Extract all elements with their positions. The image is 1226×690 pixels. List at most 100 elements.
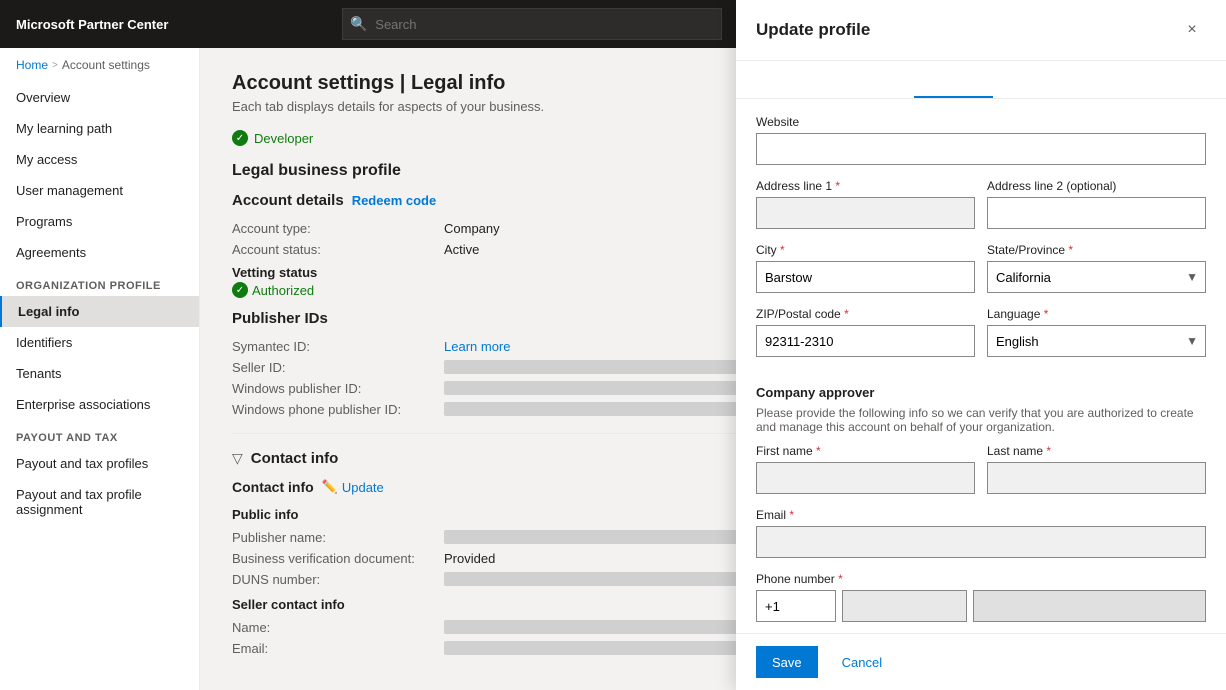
app-logo: Microsoft Partner Center [16, 17, 168, 32]
last-name-required: * [1046, 444, 1051, 458]
sidebar-item-legal-info[interactable]: Legal info [0, 296, 199, 327]
sidebar-item-overview[interactable]: Overview [0, 82, 199, 113]
breadcrumb-current: Account settings [62, 58, 150, 72]
address-row: Address line 1 * Address line 2 (optiona… [756, 179, 1206, 243]
state-field-group: State/Province * California ▼ [987, 243, 1206, 293]
first-name-input[interactable] [756, 462, 975, 494]
sidebar-item-payout-profiles[interactable]: Payout and tax profiles [0, 448, 199, 479]
cancel-button[interactable]: Cancel [826, 646, 898, 678]
last-name-label: Last name * [987, 444, 1206, 458]
state-label: State/Province * [987, 243, 1206, 257]
sidebar-item-learning-path[interactable]: My learning path [0, 113, 199, 144]
sidebar-item-payout-assignment[interactable]: Payout and tax profile assignment [0, 479, 199, 525]
panel-footer: Save Cancel [736, 633, 1226, 690]
address2-input[interactable] [987, 197, 1206, 229]
check-circle-icon: ✓ [232, 130, 248, 146]
breadcrumb-separator: > [52, 60, 58, 71]
zip-language-row: ZIP/Postal code * Language * English ▼ [756, 307, 1206, 371]
sidebar-item-tenants[interactable]: Tenants [0, 358, 199, 389]
search-input[interactable] [342, 8, 722, 40]
redeem-code-link[interactable]: Redeem code [352, 193, 437, 208]
city-required: * [780, 243, 785, 257]
org-profile-section-label: Organization profile [0, 268, 199, 296]
phone-area-input[interactable] [842, 590, 967, 622]
website-field-group: Website [756, 115, 1206, 165]
publisher-name-label: Publisher name: [232, 530, 432, 545]
account-type-label: Account type: [232, 221, 432, 236]
chevron-down-icon[interactable]: ▽ [232, 450, 243, 467]
address1-input[interactable] [756, 197, 975, 229]
panel-tab-3[interactable] [914, 61, 993, 98]
zip-required: * [844, 307, 849, 321]
address1-required: * [835, 179, 840, 193]
zip-input[interactable] [756, 325, 975, 357]
email-field-group: Email * [756, 508, 1206, 558]
email-input[interactable] [756, 526, 1206, 558]
sidebar-item-label: Legal info [18, 304, 79, 319]
search-icon: 🔍 [350, 16, 367, 33]
state-select-wrap: California ▼ [987, 261, 1206, 293]
pencil-icon: ✏️ [322, 479, 338, 495]
phone-field-group: Phone number * [756, 572, 1206, 622]
state-required: * [1068, 243, 1073, 257]
phone-required: * [838, 572, 843, 586]
save-button[interactable]: Save [756, 646, 818, 678]
city-input[interactable] [756, 261, 975, 293]
update-link[interactable]: ✏️ Update [322, 479, 384, 495]
learn-more-link[interactable]: Learn more [444, 339, 510, 354]
last-name-input[interactable] [987, 462, 1206, 494]
account-status-label: Account status: [232, 242, 432, 257]
sidebar-item-label: My learning path [16, 121, 112, 136]
sidebar-item-programs[interactable]: Programs [0, 206, 199, 237]
email-required: * [789, 508, 794, 522]
search-bar: 🔍 [342, 8, 722, 40]
authorized-check-icon: ✓ [232, 282, 248, 298]
name-label: Name: [232, 620, 432, 635]
zip-label: ZIP/Postal code * [756, 307, 975, 321]
email-label: Email: [232, 641, 432, 656]
address1-label: Address line 1 * [756, 179, 975, 193]
breadcrumb: Home > Account settings [0, 48, 199, 82]
city-field-group: City * [756, 243, 975, 293]
close-button[interactable]: × [1178, 16, 1206, 44]
first-name-label: First name * [756, 444, 975, 458]
sidebar-item-my-access[interactable]: My access [0, 144, 199, 175]
developer-badge-label: Developer [254, 131, 313, 146]
language-field-group: Language * English ▼ [987, 307, 1206, 357]
windows-phone-label: Windows phone publisher ID: [232, 402, 432, 417]
seller-id-label: Seller ID: [232, 360, 432, 375]
website-input[interactable] [756, 133, 1206, 165]
phone-number-input[interactable] [973, 590, 1206, 622]
city-state-row: City * State/Province * California ▼ [756, 243, 1206, 307]
sidebar: Home > Account settings Overview My lear… [0, 48, 200, 690]
contact-info-label: Contact info [232, 479, 314, 495]
language-label: Language * [987, 307, 1206, 321]
panel-body: Website Address line 1 * Address line 2 … [736, 99, 1226, 633]
last-name-field-group: Last name * [987, 444, 1206, 494]
phone-code-input[interactable] [756, 590, 836, 622]
windows-publisher-label: Windows publisher ID: [232, 381, 432, 396]
language-select[interactable]: English [987, 325, 1206, 357]
first-name-required: * [816, 444, 821, 458]
zip-field-group: ZIP/Postal code * [756, 307, 975, 357]
sidebar-item-identifiers[interactable]: Identifiers [0, 327, 199, 358]
first-name-field-group: First name * [756, 444, 975, 494]
authorized-label: Authorized [252, 283, 314, 298]
contact-info-title: Contact info [251, 450, 339, 467]
panel-tab-2[interactable] [835, 61, 914, 98]
panel-tab-1[interactable] [756, 61, 835, 98]
panel-title: Update profile [756, 20, 870, 40]
sidebar-item-label: My access [16, 152, 77, 167]
sidebar-item-enterprise-associations[interactable]: Enterprise associations [0, 389, 199, 420]
breadcrumb-home[interactable]: Home [16, 58, 48, 72]
sidebar-item-user-management[interactable]: User management [0, 175, 199, 206]
company-approver-title: Company approver [756, 385, 1206, 400]
company-approver-desc: Please provide the following info so we … [756, 406, 1206, 434]
sidebar-item-label: Agreements [16, 245, 86, 260]
address1-field-group: Address line 1 * [756, 179, 975, 229]
sidebar-item-agreements[interactable]: Agreements [0, 237, 199, 268]
sidebar-item-label: Payout and tax profiles [16, 456, 148, 471]
language-required: * [1044, 307, 1049, 321]
state-select[interactable]: California [987, 261, 1206, 293]
language-select-wrap: English ▼ [987, 325, 1206, 357]
